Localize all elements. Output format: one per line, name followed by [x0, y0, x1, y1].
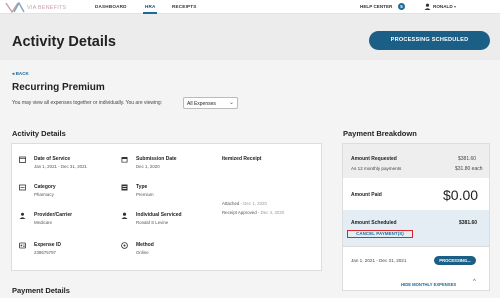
field-label: Type — [136, 184, 148, 190]
approved-label: Receipt Approved — [222, 210, 257, 215]
divider — [343, 246, 489, 247]
chevron-down-icon[interactable]: ▾ — [454, 4, 456, 9]
amount-requested-value: $381.60 — [458, 156, 477, 162]
type-icon — [121, 184, 128, 191]
field-label: Method — [136, 242, 154, 248]
expense-view-select[interactable]: All Expenses ⌄ — [183, 97, 238, 109]
help-count-badge: 5 — [398, 3, 405, 10]
field-value: Dec 1, 2020 — [136, 164, 160, 169]
logo[interactable]: VIA BENEFITS — [5, 2, 66, 13]
field-value: Medicare — [34, 220, 53, 225]
receipt-approved-status: Receipt Approved - Dec 4, 2020 — [222, 210, 284, 215]
amount-paid-label: Amount Paid — [351, 192, 382, 198]
payment-date-range: Jan 1, 2021 - Dec 31, 2021 — [351, 258, 407, 263]
approved-date: - Dec 4, 2020 — [256, 210, 285, 215]
app-frame: VIA BENEFITS DASHBOARD HRA RECEIPTS HELP… — [0, 0, 500, 298]
top-nav: VIA BENEFITS DASHBOARD HRA RECEIPTS HELP… — [0, 0, 500, 14]
calendar-icon — [121, 157, 128, 163]
nav-hra[interactable]: HRA — [145, 4, 156, 9]
nav-dashboard[interactable]: DASHBOARD — [95, 4, 127, 9]
field-label: Submission Date — [136, 156, 177, 162]
back-link[interactable]: ◂ BACK — [12, 71, 29, 77]
chevron-up-icon[interactable]: ^ — [473, 279, 476, 285]
cancel-payments-link[interactable]: CANCEL PAYMENT(S) — [347, 230, 413, 238]
id-card-icon — [19, 242, 26, 249]
payment-breakdown-card: Amount Requested $381.60 As 12 monthly p… — [342, 143, 490, 291]
attached-label: Attached — [222, 201, 240, 206]
provider-icon — [19, 212, 26, 219]
hide-monthly-expenses-link[interactable]: HIDE MONTHLY EXPENSES — [401, 282, 456, 287]
field-value: Online — [136, 250, 149, 255]
field-value: Premium — [136, 192, 154, 197]
field-label: Date of Service — [34, 156, 71, 162]
monthly-amount: $31.80 each — [455, 166, 483, 172]
category-icon — [19, 184, 26, 191]
field-label: Category — [34, 184, 56, 190]
user-menu[interactable]: RONALD — [433, 4, 453, 9]
page-title: Activity Details — [12, 34, 116, 50]
expense-view-value: All Expenses — [187, 100, 216, 107]
chevron-down-icon: ⌄ — [228, 100, 234, 106]
monthly-payments-label: As 12 monthly payments — [351, 166, 402, 171]
attached-status: Attached - Dec 1, 2020 — [222, 201, 267, 206]
person-icon — [121, 212, 128, 219]
attached-date: - Dec 1, 2020 — [239, 201, 267, 206]
help-center-link[interactable]: HELP CENTER — [360, 4, 392, 9]
payment-breakdown-heading: Payment Breakdown — [343, 129, 417, 138]
field-value: Ronald S Levine — [136, 220, 169, 225]
logo-text: VIA BENEFITS — [27, 4, 67, 11]
processing-scheduled-button[interactable]: PROCESSING SCHEDULED — [369, 31, 490, 50]
activity-details-card — [11, 143, 322, 271]
expense-title: Recurring Premium — [12, 82, 105, 93]
field-value: Jan 1, 2021 - Dec 31, 2021 — [34, 164, 87, 169]
method-icon — [121, 242, 128, 249]
itemized-receipt-label: Itemized Receipt — [222, 156, 262, 162]
field-value: Pharmacy — [34, 192, 54, 197]
calendar-icon — [19, 156, 26, 163]
field-label: Expense ID — [34, 242, 61, 248]
field-label: Individual Serviced — [136, 212, 182, 218]
activity-details-heading: Activity Details — [12, 129, 66, 138]
user-icon — [424, 3, 431, 10]
processing-status-pill[interactable]: PROCESSING... — [434, 256, 476, 265]
field-label: Provider/Carrier — [34, 212, 73, 218]
amount-requested-label: Amount Requested — [351, 156, 397, 162]
payment-details-heading: Payment Details — [12, 286, 70, 295]
field-value: 238675797 — [34, 250, 56, 255]
amount-scheduled-row — [343, 210, 489, 246]
amount-scheduled-value: $381.60 — [459, 220, 478, 226]
nav-receipts[interactable]: RECEIPTS — [172, 4, 197, 9]
viewing-text: You may view all expenses together or in… — [12, 100, 163, 106]
amount-paid-value: $0.00 — [443, 187, 479, 203]
amount-scheduled-label: Amount Scheduled — [351, 220, 397, 226]
logo-mark-icon — [5, 2, 25, 13]
